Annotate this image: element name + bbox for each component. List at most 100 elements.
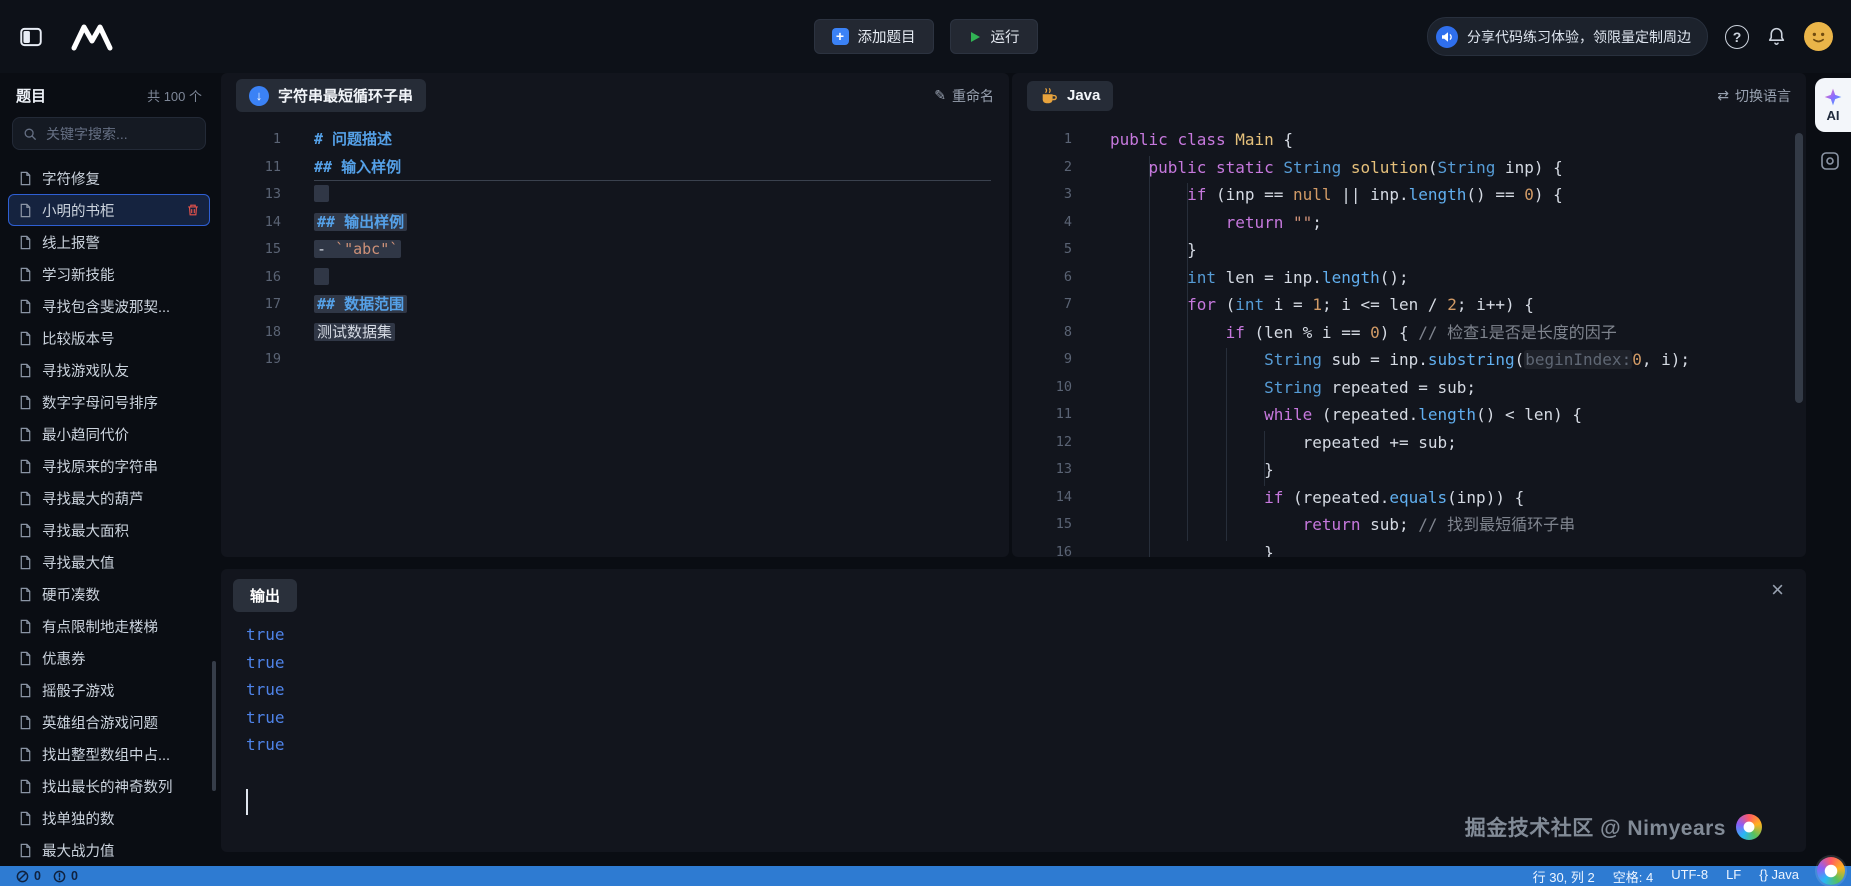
sidebar-item[interactable]: 最大战力值 xyxy=(8,834,210,866)
plus-icon: + xyxy=(832,28,849,45)
sidebar-item[interactable]: 寻找最大值 xyxy=(8,546,210,578)
line-number: 19 xyxy=(221,346,281,374)
trash-icon[interactable] xyxy=(186,203,200,217)
line-number: 3 xyxy=(1012,181,1072,209)
indent-guide xyxy=(1187,183,1188,541)
add-problem-button[interactable]: + 添加题目 xyxy=(814,19,934,54)
problem-sidebar: 题目 共 100 个 字符修复小明的书柜线上报警学习新技能寻找包含斐波那契...… xyxy=(0,73,218,866)
code-line: 2 public static String solution(String i… xyxy=(1012,154,1806,182)
output-line: true xyxy=(246,704,1806,732)
indent-guide xyxy=(1264,431,1265,486)
sidebar-item[interactable]: 寻找游戏队友 xyxy=(8,354,210,386)
sidebar-item[interactable]: 最小趋同代价 xyxy=(8,418,210,450)
help-icon[interactable]: ? xyxy=(1725,25,1749,49)
problem-label: 数字字母问号排序 xyxy=(42,392,158,413)
ai-float-button[interactable] xyxy=(1817,857,1845,885)
megaphone-icon xyxy=(1436,26,1458,48)
document-icon xyxy=(18,779,33,794)
line-number: 7 xyxy=(1012,291,1072,319)
indent-guide xyxy=(1149,156,1150,557)
sidebar-toggle-button[interactable] xyxy=(18,24,44,50)
cursor-position[interactable]: 行 30, 列 2 xyxy=(1533,867,1595,886)
problem-label: 寻找最大值 xyxy=(42,552,115,573)
problem-list: 字符修复小明的书柜线上报警学习新技能寻找包含斐波那契...比较版本号寻找游戏队友… xyxy=(0,156,218,866)
sidebar-item[interactable]: 学习新技能 xyxy=(8,258,210,290)
line-number: 12 xyxy=(1012,429,1072,457)
run-button[interactable]: 运行 xyxy=(950,19,1038,54)
code-editor[interactable]: 1public class Main {2 public static Stri… xyxy=(1012,118,1806,557)
code-scrollbar[interactable] xyxy=(1795,133,1803,403)
switch-language-button[interactable]: ⇄ 切换语言 xyxy=(1717,86,1791,106)
sidebar-item[interactable]: 找单独的数 xyxy=(8,802,210,834)
close-icon[interactable]: × xyxy=(1771,579,1784,601)
indent-setting[interactable]: 空格: 4 xyxy=(1613,867,1653,886)
problem-label: 找出整型数组中占... xyxy=(42,744,170,765)
sidebar-item[interactable]: 有点限制地走楼梯 xyxy=(8,610,210,642)
output-tab[interactable]: 输出 xyxy=(233,579,297,612)
panel-left-icon xyxy=(18,24,44,50)
search-box[interactable] xyxy=(12,117,206,150)
sidebar-item[interactable]: 寻找包含斐波那契... xyxy=(8,290,210,322)
line-number: 8 xyxy=(1012,319,1072,347)
widget-icon[interactable] xyxy=(1819,150,1841,172)
sidebar-item[interactable]: 寻找原来的字符串 xyxy=(8,450,210,482)
code-panel: Java ⇄ 切换语言 1public class Main {2 public… xyxy=(1012,73,1806,557)
sidebar-item[interactable]: 摇骰子游戏 xyxy=(8,674,210,706)
sidebar-item[interactable]: 英雄组合游戏问题 xyxy=(8,706,210,738)
promo-banner[interactable]: 分享代码练习体验，领限量定制周边 xyxy=(1427,17,1708,56)
markdown-line: 15- `"abc"` xyxy=(221,236,1009,264)
app-logo[interactable] xyxy=(70,21,114,53)
language-chip[interactable]: Java xyxy=(1027,81,1113,111)
code-line: 10 String repeated = sub; xyxy=(1012,374,1806,402)
rename-button[interactable]: ✎ 重命名 xyxy=(934,86,994,106)
problem-title-chip[interactable]: ↓ 字符串最短循环子串 xyxy=(236,79,426,112)
right-toolbar: AI xyxy=(1809,73,1851,866)
problem-label: 找出最长的神奇数列 xyxy=(42,776,173,797)
warning-count-icon[interactable] xyxy=(53,870,66,883)
document-icon xyxy=(18,619,33,634)
sidebar-item[interactable]: 小明的书柜 xyxy=(8,194,210,226)
sidebar-item[interactable]: 比较版本号 xyxy=(8,322,210,354)
line-number: 16 xyxy=(221,264,281,292)
sidebar-item[interactable]: 找出最长的神奇数列 xyxy=(8,770,210,802)
document-icon xyxy=(18,683,33,698)
document-icon xyxy=(18,299,33,314)
code-line: 15 return sub; // 找到最短循环子串 xyxy=(1012,511,1806,539)
code-line: 9 String sub = inp.substring(beginIndex:… xyxy=(1012,346,1806,374)
sidebar-item[interactable]: 硬币凑数 xyxy=(8,578,210,610)
eol-setting[interactable]: LF xyxy=(1726,867,1741,886)
problem-label: 找单独的数 xyxy=(42,808,115,829)
sidebar-item[interactable]: 找出整型数组中占... xyxy=(8,738,210,770)
language-label: Java xyxy=(1067,87,1100,104)
line-number: 13 xyxy=(1012,456,1072,484)
output-line: true xyxy=(246,731,1806,759)
line-number: 9 xyxy=(1012,346,1072,374)
encoding[interactable]: UTF-8 xyxy=(1671,867,1708,886)
output-content[interactable]: truetruetruetruetrue xyxy=(221,569,1806,759)
error-count-icon[interactable] xyxy=(16,870,29,883)
output-line: true xyxy=(246,621,1806,649)
topbar: + 添加题目 运行 分享代码练习体验，领限量定制周边 ? xyxy=(0,0,1851,73)
avatar[interactable] xyxy=(1804,22,1833,51)
play-icon xyxy=(968,30,982,44)
line-number: 11 xyxy=(1012,401,1072,429)
indent-guide xyxy=(1226,348,1227,541)
notifications-icon[interactable] xyxy=(1766,26,1787,47)
markdown-editor[interactable]: 1# 问题描述11## 输入样例1314## 输出样例15- `"abc"`16… xyxy=(221,118,1009,374)
search-input[interactable] xyxy=(44,125,195,143)
sidebar-item[interactable]: 线上报警 xyxy=(8,226,210,258)
sparkle-icon xyxy=(1823,87,1843,107)
ai-assistant-button[interactable]: AI xyxy=(1815,78,1851,132)
markdown-panel: ↓ 字符串最短循环子串 ✎ 重命名 1# 问题描述11## 输入样例1314##… xyxy=(221,73,1009,557)
sidebar-scrollbar[interactable] xyxy=(212,661,216,791)
markdown-line: 11## 输入样例 xyxy=(221,154,1009,182)
problem-label: 寻找原来的字符串 xyxy=(42,456,158,477)
sidebar-item[interactable]: 优惠券 xyxy=(8,642,210,674)
sidebar-item[interactable]: 寻找最大的葫芦 xyxy=(8,482,210,514)
sidebar-item[interactable]: 数字字母问号排序 xyxy=(8,386,210,418)
sidebar-item[interactable]: 寻找最大面积 xyxy=(8,514,210,546)
problem-label: 寻找最大面积 xyxy=(42,520,129,541)
language-mode[interactable]: {} Java xyxy=(1759,867,1799,886)
run-label: 运行 xyxy=(991,26,1020,47)
sidebar-item[interactable]: 字符修复 xyxy=(8,162,210,194)
